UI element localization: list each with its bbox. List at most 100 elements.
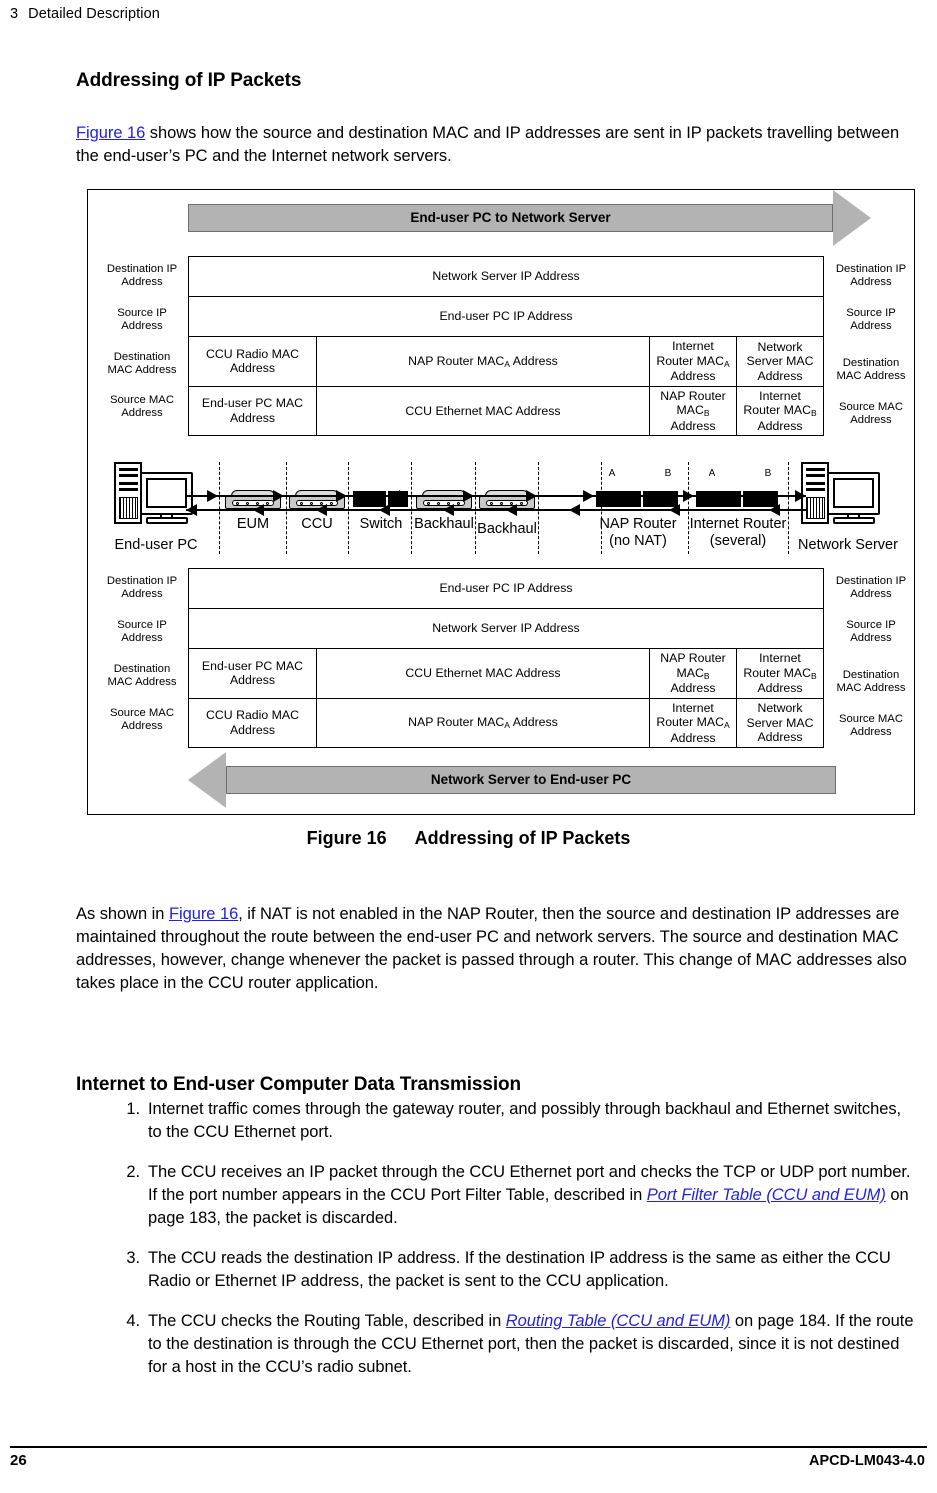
label-line-1: Source IP <box>846 619 896 631</box>
cell-src-ip: Network Server IP Address <box>188 608 824 649</box>
lower-right-label-dest-ip: Destination IP Address <box>828 575 914 601</box>
device-internet-router-icon <box>696 491 778 507</box>
lower-left-label-src-ip: Source IP Address <box>96 619 188 645</box>
label-line-2: MAC Address <box>836 682 906 694</box>
list-item: 4. The CCU checks the Routing Table, desc… <box>118 1310 918 1379</box>
device-label-ccu: CCU <box>301 516 333 532</box>
forward-arrow-9-icon <box>795 490 806 502</box>
forward-arrow-5-icon <box>463 490 474 502</box>
nap-router-port-a-label: A <box>608 468 616 479</box>
reverse-arrow-3-icon <box>316 504 327 516</box>
internet-router-port-b-label: B <box>764 468 772 479</box>
label-line-2: Address <box>121 720 163 732</box>
lower-left-label-dest-mac: Destination MAC Address <box>96 663 188 689</box>
lower-address-table: End-user PC IP Address Network Server IP… <box>188 568 824 748</box>
separator-dash-2 <box>286 462 287 554</box>
figure-caption-number: Figure 16 <box>306 828 387 848</box>
forward-arrow-2-icon <box>273 490 284 502</box>
forward-arrow-8-icon <box>683 490 694 502</box>
list-item-number: 2. <box>126 1163 140 1181</box>
device-label-nap-router: NAP Router (no NAT) <box>586 516 690 550</box>
lower-right-label-src-ip: Source IP Address <box>828 619 914 645</box>
label-line-1: Source IP <box>117 619 167 631</box>
reverse-arrow-7-icon <box>569 504 580 516</box>
list-item: 1. Internet traffic comes through the gat… <box>118 1098 918 1144</box>
device-label-line-1: Internet Router <box>689 516 787 532</box>
device-end-user-pc-icon <box>106 462 216 532</box>
device-network-server-icon <box>793 462 903 532</box>
cross-reference-link[interactable]: Routing Table (CCU and EUM) <box>506 1312 731 1330</box>
bottom-banner-arrowhead-icon <box>188 752 226 808</box>
label-line-1: Destination IP <box>106 575 178 587</box>
list-item-text: The CCU checks the Routing Table, descri… <box>148 1312 506 1330</box>
table-row: End-user PC IP Address <box>188 568 824 609</box>
footer-page-number: 26 <box>10 1452 27 1469</box>
running-header-number: 3 <box>10 6 19 22</box>
cross-reference-link[interactable]: Port Filter Table (CCU and EUM) <box>647 1186 886 1204</box>
section-heading-internet-to-end-user: Internet to End-user Computer Data Trans… <box>76 1074 522 1095</box>
list-item-number: 1. <box>126 1100 140 1118</box>
nap-router-port-b-label: B <box>664 468 672 479</box>
bottom-banner-label: Network Server to End-user PC <box>430 772 632 787</box>
separator-dash-5 <box>475 462 476 554</box>
cell-dest-ip: End-user PC IP Address <box>188 568 824 609</box>
forward-arrow-1-icon <box>207 490 218 502</box>
device-label-line-2: (several) <box>709 533 767 549</box>
list-item-text: The CCU reads the destination IP address… <box>148 1249 891 1290</box>
label-line-2: MAC Address <box>107 676 177 688</box>
cell-src-mac-3: Network Server MAC Address <box>736 697 824 748</box>
list-item-number: 3. <box>126 1249 140 1267</box>
label-line-2: Address <box>850 632 892 644</box>
after-figure-text-a: As shown in <box>76 905 169 923</box>
reverse-flow-line <box>186 509 806 511</box>
separator-dash-4 <box>411 462 412 554</box>
label-line-1: Source MAC <box>838 713 904 725</box>
intro-paragraph: Figure 16 shows how the source and desti… <box>76 122 916 168</box>
separator-dash-3 <box>348 462 349 554</box>
pc-tower-icon <box>114 462 142 524</box>
figure-16-link-intro[interactable]: Figure 16 <box>76 124 145 142</box>
cell-dest-mac-0: End-user PC MAC Address <box>188 648 317 699</box>
table-row: Network Server IP Address <box>188 608 824 649</box>
lower-right-label-dest-mac: Destination MAC Address <box>828 669 914 695</box>
device-label-internet-router: Internet Router (several) <box>685 516 791 550</box>
cell-dest-mac-1: CCU Ethernet MAC Address <box>316 648 650 699</box>
device-nap-router-icon <box>596 491 678 507</box>
after-figure-paragraph: As shown in Figure 16, if NAT is not ena… <box>76 903 928 995</box>
separator-dash-6 <box>538 462 539 554</box>
list-item: 3. The CCU reads the destination IP addre… <box>118 1247 918 1293</box>
figure-caption-title: Addressing of IP Packets <box>414 828 631 848</box>
figure-16-link-body[interactable]: Figure 16 <box>169 905 238 923</box>
cell-dest-mac-3: Internet Router MACB Address <box>736 648 824 699</box>
device-label-backhaul-2: Backhaul <box>477 521 537 537</box>
cell-dest-mac-2: NAP Router MACB Address <box>649 648 737 699</box>
steps-list: 1. Internet traffic comes through the gat… <box>118 1098 918 1396</box>
cell-src-mac-0: CCU Radio MAC Address <box>188 697 317 748</box>
running-header: 3 Detailed Description <box>10 6 160 22</box>
reverse-arrow-9-icon <box>769 504 780 516</box>
running-header-title: Detailed Description <box>28 6 160 22</box>
forward-arrow-7-icon <box>583 490 594 502</box>
separator-dash-1 <box>219 462 220 554</box>
intro-paragraph-text: shows how the source and destination MAC… <box>76 124 900 165</box>
cell-src-mac-2: Internet Router MACA Address <box>649 697 737 748</box>
table-row: End-user PC MAC Address CCU Ethernet MAC… <box>188 648 824 699</box>
list-item-number: 4. <box>126 1312 140 1330</box>
label-line-1: Destination IP <box>835 575 907 587</box>
device-label-line-1: NAP Router <box>599 516 677 532</box>
device-label-line-2: (no NAT) <box>609 533 667 549</box>
label-line-2: Address <box>850 726 892 738</box>
figure-caption: Figure 16 Addressing of IP Packets <box>0 828 937 849</box>
table-row: CCU Radio MAC Address NAP Router MACA Ad… <box>188 697 824 748</box>
figure-16-addressing-of-ip-packets: End-user PC to Network Server Destinatio… <box>87 189 915 815</box>
page-title: Addressing of IP Packets <box>76 70 302 91</box>
reverse-arrow-8-icon <box>669 504 680 516</box>
reverse-arrow-4-icon <box>379 504 390 516</box>
label-line-2: Address <box>121 588 163 600</box>
lower-left-label-dest-ip: Destination IP Address <box>96 575 188 601</box>
reverse-arrow-1-icon <box>186 504 197 516</box>
internet-router-port-a-label: A <box>708 468 716 479</box>
label-line-1: Destination <box>842 669 900 681</box>
label-line-2: Address <box>121 632 163 644</box>
forward-arrow-3-icon <box>336 490 347 502</box>
